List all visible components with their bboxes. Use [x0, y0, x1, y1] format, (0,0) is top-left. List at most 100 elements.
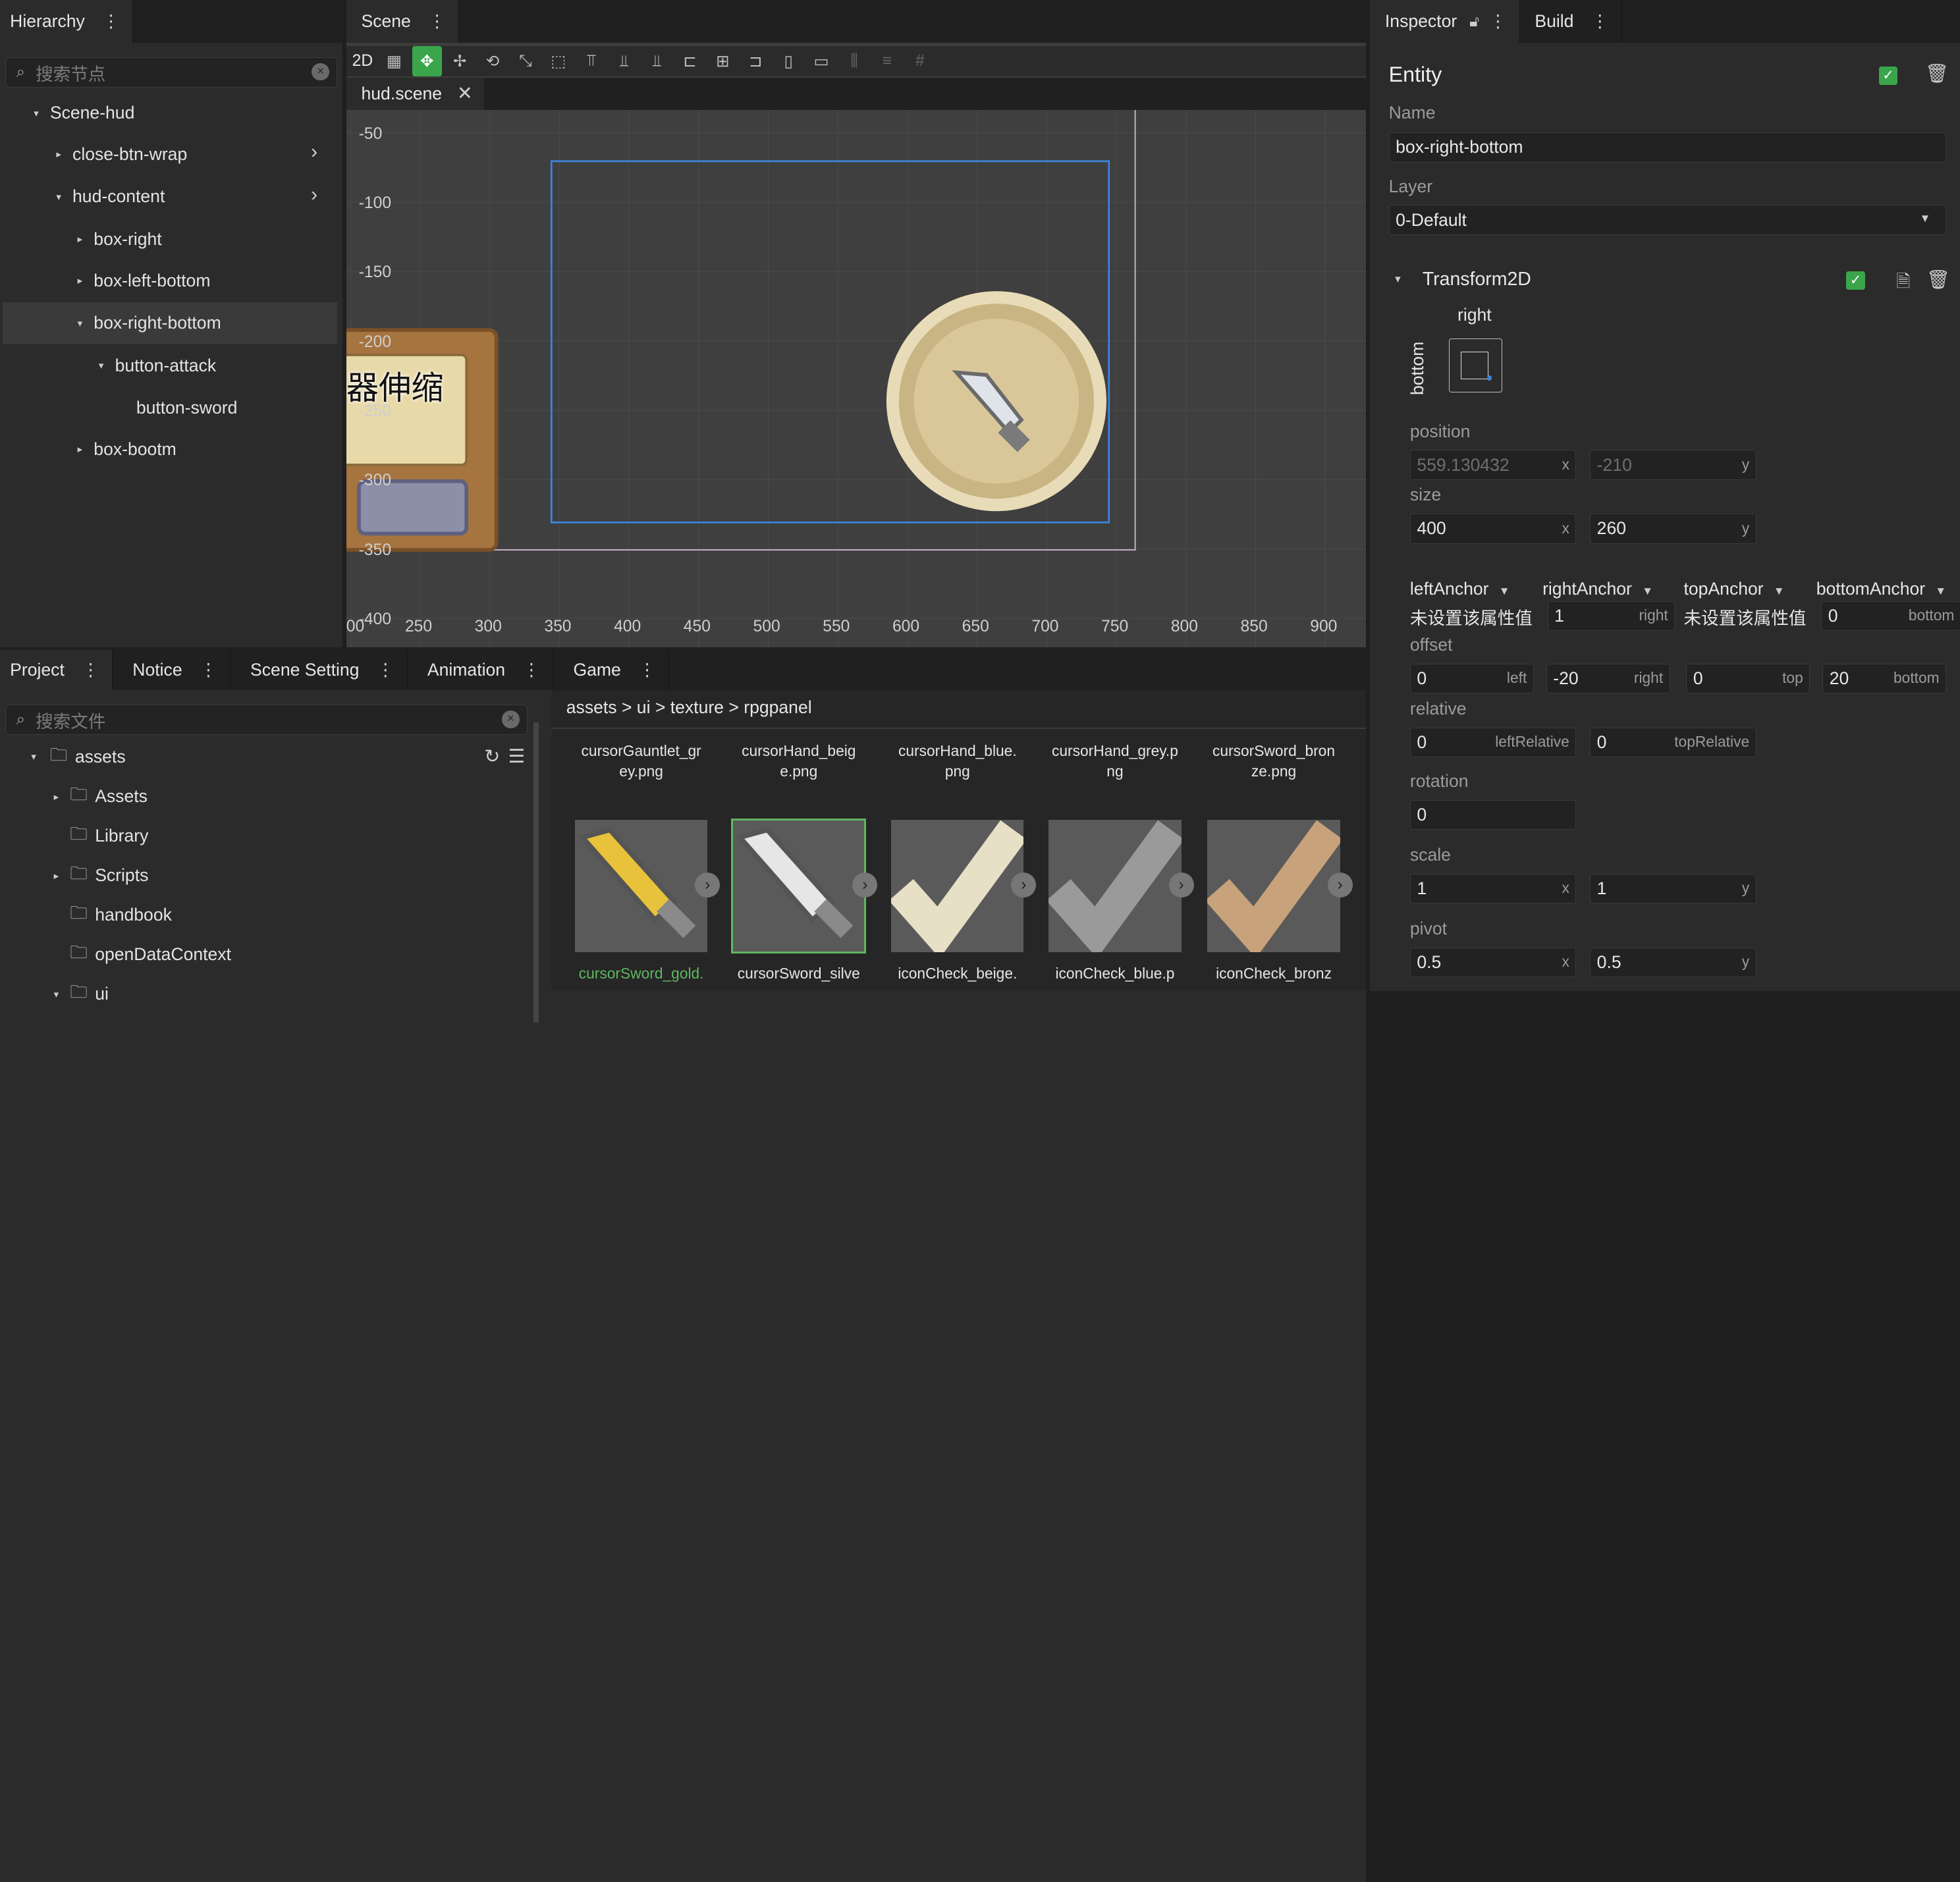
- scene-viewport[interactable]: 器伸缩 -50 -100 -150 -200 -250 -300 -350 -400 00 25…: [346, 110, 1367, 648]
- expand-caret-icon[interactable]: ▾: [92, 360, 110, 371]
- more-icon[interactable]: ⋮: [200, 661, 217, 679]
- node-search-input[interactable]: ⌕ 搜索节点 ×: [5, 57, 338, 88]
- more-icon[interactable]: ⋮: [523, 661, 541, 679]
- rect-tool-icon[interactable]: ⬚: [543, 46, 574, 76]
- relative-field[interactable]: 0 topRelative: [1590, 727, 1756, 758]
- pivot-y-field[interactable]: 0.5 y: [1590, 947, 1756, 978]
- chevron-right-icon[interactable]: ›: [311, 184, 317, 206]
- tab-scene-setting[interactable]: Scene Setting ⋮: [230, 649, 408, 690]
- offset-bottom-field[interactable]: 20 bottom: [1822, 663, 1947, 694]
- folder-item[interactable]: ▸ 🗀 Assets: [47, 776, 522, 818]
- align-vcenter-icon[interactable]: ⫫: [609, 46, 640, 76]
- align-right-icon[interactable]: ⊐: [741, 46, 771, 76]
- snap-icon[interactable]: #: [905, 46, 935, 76]
- expand-arrow-icon[interactable]: ›: [1327, 872, 1353, 898]
- folder-item[interactable]: ▾ 🗀 ui: [47, 974, 522, 1015]
- more-icon[interactable]: ⋮: [1591, 13, 1609, 30]
- doc-icon[interactable]: 🗎︎: [1896, 269, 1910, 298]
- asset-thumbnail[interactable]: [1047, 820, 1185, 959]
- folder-item[interactable]: 🗀 openDataContext: [47, 934, 522, 976]
- scale-x-field[interactable]: 1x: [1409, 873, 1577, 904]
- distribute-v-icon[interactable]: ▭: [806, 46, 836, 76]
- asset-item-name[interactable]: cursorSword_bron ze.png: [1196, 741, 1351, 781]
- expand-caret-icon[interactable]: ▾: [71, 317, 89, 329]
- tab-build[interactable]: Build ⋮: [1519, 0, 1622, 43]
- list-icon[interactable]: ☰: [508, 745, 526, 768]
- tab-scene[interactable]: Scene ⋮: [346, 0, 459, 43]
- trash-icon[interactable]: 🗑︎: [1925, 63, 1949, 85]
- folder-assets-root[interactable]: ▾ 🗀 assets ↻ ☰: [25, 736, 533, 778]
- expand-caret-icon[interactable]: ▸: [71, 443, 89, 455]
- align-hcenter-icon[interactable]: ⊞: [708, 46, 738, 76]
- scale-y-field[interactable]: 1y: [1590, 873, 1756, 904]
- asset-item-name[interactable]: iconCheck_blue.p: [1037, 963, 1192, 983]
- translate-icon[interactable]: ✢: [445, 46, 475, 76]
- expand-arrow-icon[interactable]: ›: [852, 872, 878, 898]
- scale-icon[interactable]: ⤡: [510, 46, 541, 76]
- offset-top-field[interactable]: 0 top: [1686, 663, 1810, 694]
- expand-caret-icon[interactable]: ▸: [47, 791, 65, 803]
- scene-canvas[interactable]: [346, 110, 1367, 648]
- name-field[interactable]: box-right-bottom: [1388, 132, 1947, 163]
- clear-icon[interactable]: ×: [501, 711, 520, 728]
- anchor-value-field[interactable]: 1 right: [1547, 601, 1675, 632]
- anchor-select[interactable]: bottomAnchor ▼: [1816, 579, 1946, 599]
- rotation-field[interactable]: 0: [1409, 799, 1577, 830]
- expand-caret-icon[interactable]: ▾: [25, 751, 43, 763]
- tab-hierarchy[interactable]: Hierarchy ⋮: [0, 0, 133, 43]
- expand-caret-icon[interactable]: ▸: [71, 233, 89, 245]
- tab-hud-scene[interactable]: hud.scene ✕: [346, 77, 484, 111]
- anchor-select[interactable]: leftAnchor ▼: [1410, 579, 1510, 599]
- toggle-2d-button[interactable]: 2D: [349, 46, 377, 76]
- tab-inspector[interactable]: Inspector 🔓︎ ⋮: [1370, 0, 1520, 43]
- transform-enabled-checkbox[interactable]: ✓: [1846, 271, 1865, 290]
- tree-node[interactable]: ▾ hud-content ›: [3, 176, 338, 218]
- tree-node[interactable]: ▾ Scene-hud: [3, 92, 338, 134]
- expand-caret-icon[interactable]: ▾: [28, 107, 45, 119]
- anchor-select[interactable]: rightAnchor ▼: [1542, 579, 1653, 599]
- expand-arrow-icon[interactable]: ›: [1011, 872, 1037, 898]
- entity-enabled-checkbox[interactable]: ✓: [1878, 66, 1898, 86]
- expand-arrow-icon[interactable]: ›: [695, 872, 721, 898]
- asset-item-name[interactable]: cursorSword_gold.: [564, 963, 719, 983]
- expand-caret-icon[interactable]: ▾: [1395, 273, 1401, 286]
- asset-item-name[interactable]: cursorHand_blue. png: [880, 741, 1035, 781]
- tree-node[interactable]: ▸ box-left-bottom: [3, 260, 338, 302]
- asset-item-name[interactable]: iconCheck_bronz: [1196, 963, 1351, 983]
- folder-item[interactable]: 🗀 handbook: [47, 895, 522, 936]
- anchor-select[interactable]: topAnchor ▼: [1684, 579, 1785, 599]
- relative-field[interactable]: 0 leftRelative: [1409, 727, 1577, 758]
- tree-node[interactable]: button-sword: [3, 387, 338, 429]
- align-bottom-icon[interactable]: ⫫: [642, 46, 672, 76]
- tree-node[interactable]: ▸ close-btn-wrap ›: [3, 134, 338, 175]
- anchor-preset-button[interactable]: [1448, 338, 1503, 392]
- tree-node[interactable]: ▸ box-bootm: [3, 429, 338, 470]
- more-icon[interactable]: ⋮: [82, 661, 99, 679]
- layer-select[interactable]: 0-Default ▼: [1388, 205, 1947, 235]
- tree-node[interactable]: ▾ button-attack: [3, 345, 338, 387]
- clear-icon[interactable]: ×: [312, 63, 330, 81]
- asset-thumbnail[interactable]: [888, 820, 1027, 959]
- tab-notice[interactable]: Notice ⋮: [112, 649, 231, 690]
- offset-left-field[interactable]: 0 left: [1409, 663, 1534, 694]
- size-x-field[interactable]: 400 x: [1409, 514, 1577, 544]
- lock-icon[interactable]: 🔓︎: [1469, 13, 1479, 30]
- grid-icon[interactable]: ▦: [379, 46, 410, 76]
- more-icon[interactable]: ⋮: [1489, 13, 1507, 30]
- distribute-h-icon[interactable]: ▯: [774, 46, 804, 76]
- offset-right-field[interactable]: -20 right: [1546, 663, 1670, 694]
- expand-caret-icon[interactable]: ▾: [50, 191, 68, 203]
- asset-item-name[interactable]: cursorHand_grey.p ng: [1037, 741, 1192, 781]
- position-y-field[interactable]: -210 y: [1590, 450, 1756, 480]
- tab-game[interactable]: Game ⋮: [553, 649, 669, 690]
- tab-animation[interactable]: Animation ⋮: [407, 649, 554, 690]
- more-icon[interactable]: ⋮: [638, 661, 656, 679]
- asset-item-name[interactable]: cursorGauntlet_gr ey.png: [564, 741, 719, 781]
- folder-item[interactable]: 🗀 Library: [47, 816, 522, 857]
- asset-thumbnail[interactable]: [1205, 820, 1344, 959]
- file-search-input[interactable]: ⌕ 搜索文件 ×: [5, 705, 528, 735]
- expand-arrow-icon[interactable]: ›: [1168, 872, 1194, 898]
- folder-item[interactable]: ▸ 🗀 Scripts: [47, 855, 522, 897]
- asset-item-name[interactable]: cursorHand_beig e.png: [721, 741, 876, 781]
- close-icon[interactable]: ✕: [457, 82, 473, 105]
